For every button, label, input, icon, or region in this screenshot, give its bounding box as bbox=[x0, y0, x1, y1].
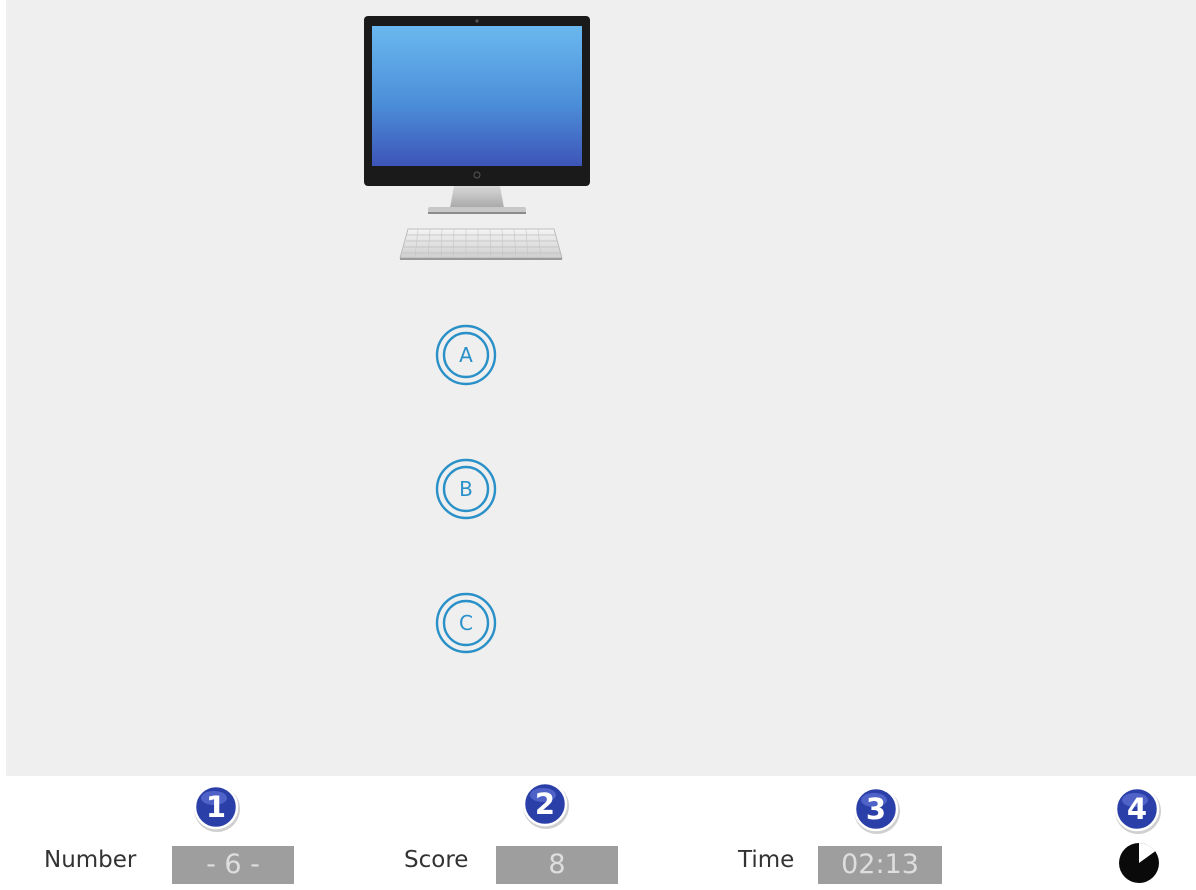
option-c-label: C bbox=[459, 611, 473, 635]
option-a-button[interactable]: A bbox=[435, 324, 497, 386]
callout-marker-3-label: 3 bbox=[865, 792, 887, 826]
callout-marker-4: 4 bbox=[1113, 785, 1163, 835]
option-b-label: B bbox=[459, 477, 473, 501]
callout-marker-4-label: 4 bbox=[1126, 792, 1148, 826]
time-label: Time bbox=[738, 847, 795, 873]
option-b-button[interactable]: B bbox=[435, 458, 497, 520]
callout-marker-3: 3 bbox=[852, 785, 902, 835]
quiz-stage bbox=[6, 0, 1196, 776]
option-a-label: A bbox=[459, 343, 473, 367]
score-label: Score bbox=[404, 847, 469, 873]
callout-marker-2: 2 bbox=[521, 780, 571, 830]
number-label: Number bbox=[44, 847, 137, 873]
callout-marker-2-label: 2 bbox=[534, 787, 556, 821]
option-c-button[interactable]: C bbox=[435, 592, 497, 654]
callout-marker-1-label: 1 bbox=[205, 790, 227, 824]
callout-marker-1: 1 bbox=[192, 783, 242, 833]
number-value: - 6 - bbox=[172, 846, 294, 884]
time-value: 02:13 bbox=[818, 846, 942, 884]
timer-pie-icon bbox=[1118, 842, 1160, 884]
computer-icon bbox=[358, 12, 594, 264]
score-value: 8 bbox=[496, 846, 618, 884]
